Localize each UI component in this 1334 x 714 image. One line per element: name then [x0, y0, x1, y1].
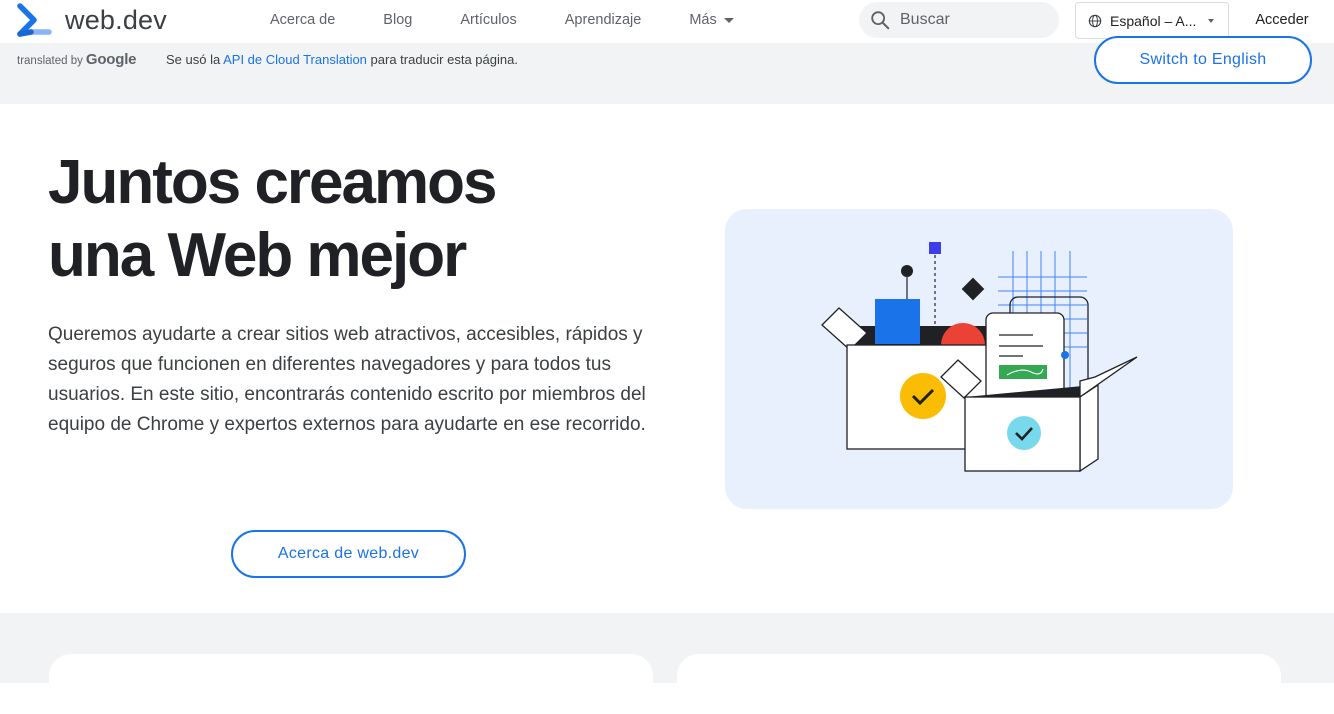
hero-illustration	[725, 209, 1233, 509]
translation-message-start: Se usó la	[166, 52, 224, 67]
title-line-2: una Web mejor	[48, 221, 467, 290]
globe-icon	[1088, 14, 1102, 27]
page-title: Juntos creamos una Web mejor	[48, 146, 668, 292]
switch-to-english-button[interactable]: Switch to English	[1094, 36, 1312, 84]
content-card[interactable]	[677, 654, 1281, 714]
nav-item-label: Más	[689, 12, 717, 28]
google-wordmark: Google	[85, 51, 137, 68]
translation-message: Se usó la API de Cloud Translation para …	[166, 52, 518, 67]
nav-item-label: Acerca de	[270, 12, 336, 28]
hero-description: Queremos ayudarte a crear sitios web atr…	[48, 324, 646, 435]
nav-item-label: Blog	[383, 12, 413, 28]
webdev-logo-icon	[17, 3, 52, 37]
nav-item-blog[interactable]: Blog	[359, 0, 436, 40]
content-card[interactable]	[49, 654, 653, 714]
nav-item-label: Aprendizaje	[564, 12, 642, 28]
about-webdev-button[interactable]: Acerca de web.dev	[231, 530, 466, 578]
search-box[interactable]	[859, 2, 1059, 38]
translation-bar: translated by Google Se usó la API de Cl…	[0, 36, 1334, 104]
translated-by-google: translated by Google	[17, 51, 137, 68]
boxes-illustration	[821, 242, 1138, 473]
language-selected: Español – A...	[1110, 12, 1197, 29]
switch-label: Switch to English	[1139, 51, 1267, 68]
about-button-label: Acerca de web.dev	[277, 545, 420, 562]
dropdown-arrow-icon	[1208, 19, 1214, 23]
translated-by-text: translated by	[17, 55, 83, 67]
bottom-section	[0, 613, 1334, 714]
search-icon	[871, 11, 890, 30]
site-logo[interactable]: web.dev	[17, 3, 167, 37]
main-nav: Acerca de Blog Artículos Aprendizaje Más	[246, 0, 758, 40]
chevron-down-icon	[723, 17, 734, 23]
nav-item-articles[interactable]: Artículos	[436, 0, 540, 40]
site-name: web.dev	[65, 5, 167, 35]
nav-item-label: Artículos	[460, 12, 517, 28]
nav-item-about[interactable]: Acerca de	[246, 0, 359, 40]
cloud-translation-link[interactable]: API de Cloud Translation	[223, 52, 367, 67]
signin-button[interactable]: Acceder	[1241, 0, 1323, 40]
language-select[interactable]: Español – A...	[1075, 2, 1229, 39]
signin-label: Acceder	[1255, 12, 1309, 28]
title-line-1: Juntos creamos	[48, 148, 498, 217]
search-input[interactable]	[900, 11, 1050, 29]
translation-message-end: para traducir esta página.	[366, 52, 518, 67]
nav-item-learn[interactable]: Aprendizaje	[541, 0, 666, 40]
nav-item-more[interactable]: Más	[665, 0, 757, 40]
